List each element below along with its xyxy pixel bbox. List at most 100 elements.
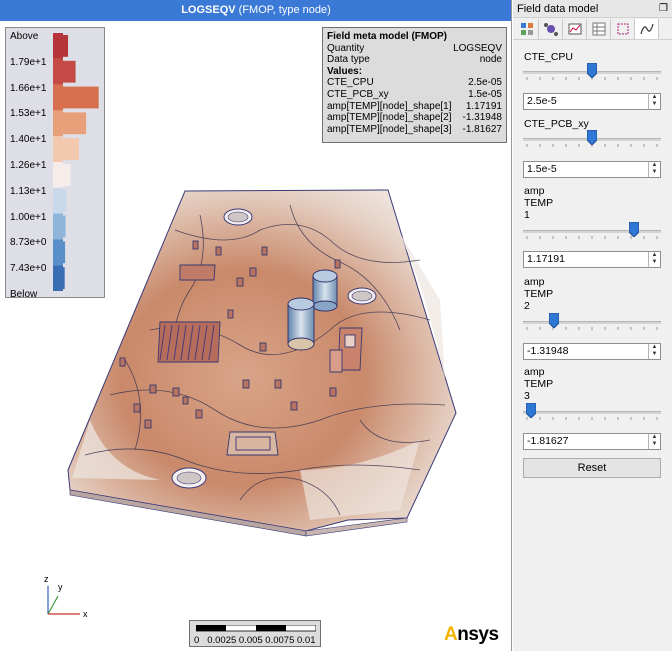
- param-slider[interactable]: [523, 401, 661, 423]
- param-slider[interactable]: [523, 311, 661, 333]
- spin-arrows-icon[interactable]: ▲ ▼: [648, 344, 660, 359]
- param-label: amp TEMP 3: [524, 366, 553, 402]
- spin-arrows-icon[interactable]: ▲ ▼: [648, 252, 660, 267]
- panel-title: Field data model: [517, 2, 599, 15]
- legend-label: 1.53e+1: [10, 108, 47, 120]
- param-value-spinbox[interactable]: 2.5e-5 ▲ ▼: [523, 93, 661, 110]
- 3d-viewport[interactable]: LOGSEQV (FMOP, type node) Above 1.79e+1 …: [0, 0, 512, 651]
- wave-icon[interactable]: [635, 18, 659, 39]
- legend-histogram-bar: [63, 267, 65, 289]
- param-label-line: TEMP: [524, 288, 554, 300]
- legend-histogram-bar: [63, 112, 87, 135]
- param-label-line: TEMP: [524, 197, 554, 209]
- param-label-line: amp: [524, 366, 545, 378]
- slider-handle[interactable]: [587, 63, 597, 78]
- legend-histogram-bar: [63, 241, 66, 264]
- ansys-logo-a: A: [444, 624, 458, 645]
- table-icon[interactable]: [587, 18, 611, 39]
- legend-color-band: [53, 239, 63, 266]
- param-slider[interactable]: [523, 61, 661, 83]
- ansys-logo: Ansys: [444, 624, 499, 646]
- legend-color-band: [53, 58, 63, 85]
- param-value-spinbox[interactable]: -1.31948 ▲ ▼: [523, 343, 661, 360]
- meta-value: -1.81627: [462, 123, 502, 135]
- param-label-line: amp: [524, 276, 545, 288]
- legend-label: 1.79e+1: [10, 56, 47, 68]
- meta-value: -1.31948: [462, 112, 502, 124]
- slider-handle[interactable]: [548, 313, 559, 328]
- legend-color-band: [53, 187, 63, 214]
- param-value-text[interactable]: 1.5e-5: [527, 163, 557, 175]
- meta-value-row: amp[TEMP][node]_shape[1] 1.17191: [327, 101, 502, 113]
- spin-arrows-icon[interactable]: ▲ ▼: [648, 94, 660, 109]
- ansys-logo-rest: nsys: [457, 624, 499, 645]
- legend-color-band: [53, 110, 63, 137]
- legend-label: 1.40e+1: [10, 134, 47, 146]
- slider-handle[interactable]: [587, 130, 597, 145]
- slider-track[interactable]: [523, 411, 661, 414]
- meta-value-name: amp[TEMP][node]_shape[2]: [327, 112, 452, 124]
- param-value-text[interactable]: -1.81627: [527, 435, 568, 447]
- legend-label: Above: [10, 31, 39, 42]
- meta-value-name: CTE_CPU: [327, 77, 374, 89]
- legend-label: 8.73e+0: [10, 237, 47, 249]
- legend-color-band: [53, 84, 63, 111]
- param-value-spinbox[interactable]: 1.17191 ▲ ▼: [523, 251, 661, 268]
- field-meta-box: Field meta model (FMOP) Quantity LOGSEQV …: [322, 27, 507, 143]
- param-slider[interactable]: [523, 128, 661, 150]
- meta-datatype-value: node: [479, 54, 502, 66]
- meta-values-label: Values:: [327, 65, 363, 77]
- slider-track[interactable]: [523, 230, 661, 233]
- axis-x-label: x: [83, 609, 88, 619]
- chart-icon[interactable]: [563, 18, 587, 39]
- meta-value: 2.5e-05: [468, 77, 502, 89]
- spin-arrows-icon[interactable]: ▲ ▼: [648, 162, 660, 177]
- slider-ticks: [526, 417, 658, 420]
- slider-handle[interactable]: [525, 403, 536, 418]
- param-value-spinbox[interactable]: 1.5e-5 ▲ ▼: [523, 161, 661, 178]
- param-label: amp TEMP 2: [524, 276, 553, 312]
- spin-arrows-icon[interactable]: ▲ ▼: [648, 434, 660, 449]
- legend-histogram-bar: [63, 35, 69, 57]
- meta-title: Field meta model (FMOP): [327, 31, 448, 42]
- legend-label: Below: [10, 289, 38, 300]
- meta-value-name: amp[TEMP][node]_shape[1]: [327, 100, 452, 112]
- legend-color-band: [53, 136, 63, 162]
- meta-datatype-label: Data type: [327, 54, 370, 66]
- meta-value-name: amp[TEMP][node]_shape[3]: [327, 123, 452, 135]
- field-data-model-panel: Field data model ❐ Reset CTE_CPU 2.5e-5 …: [513, 0, 672, 651]
- param-label: amp TEMP 1: [524, 185, 553, 221]
- legend-histogram-bar: [63, 215, 66, 238]
- meta-value: 1.5e-05: [468, 88, 502, 100]
- param-value-text[interactable]: -1.31948: [527, 345, 568, 357]
- meta-value-row: CTE_PCB_xy 1.5e-05: [327, 89, 502, 101]
- slider-track[interactable]: [523, 321, 661, 324]
- network-icon[interactable]: [539, 18, 563, 39]
- meta-value-row: amp[TEMP][node]_shape[3] -1.81627: [327, 124, 502, 136]
- legend-histogram-bar: [63, 189, 67, 212]
- param-label-line: TEMP: [524, 378, 554, 390]
- param-value-text[interactable]: 2.5e-5: [527, 95, 557, 107]
- slider-handle[interactable]: [629, 222, 640, 237]
- selection-icon[interactable]: [611, 18, 635, 39]
- scale-bar: 0 0.0025 0.005 0.0075 0.01: [189, 620, 321, 647]
- meta-value-row: amp[TEMP][node]_shape[2] -1.31948: [327, 112, 502, 124]
- reset-button[interactable]: Reset: [523, 458, 661, 478]
- legend-label: 1.13e+1: [10, 185, 47, 197]
- param-value-text[interactable]: 1.17191: [527, 253, 565, 265]
- meta-value: 1.17191: [465, 100, 502, 112]
- color-legend: Above 1.79e+1 1.66e+1 1.53e+1 1.40e+1 1.26e+1…: [5, 27, 105, 300]
- view-icon[interactable]: [515, 18, 539, 39]
- param-value-spinbox[interactable]: -1.81627 ▲ ▼: [523, 433, 661, 450]
- legend-color-band: [53, 213, 63, 240]
- legend-color-band: [53, 265, 63, 291]
- scale-bar-graphic: [196, 625, 316, 632]
- meta-quantity-label: Quantity: [327, 42, 365, 54]
- param-slider[interactable]: [523, 220, 661, 242]
- legend-histogram-bar: [63, 164, 71, 186]
- scale-bar-ticks: 0 0.0025 0.005 0.0075 0.01: [194, 635, 316, 646]
- legend-histogram-bar: [63, 60, 76, 83]
- panel-toolbar: [513, 18, 672, 40]
- restore-icon[interactable]: ❐: [659, 3, 668, 14]
- panel-header: Field data model ❐: [513, 0, 672, 18]
